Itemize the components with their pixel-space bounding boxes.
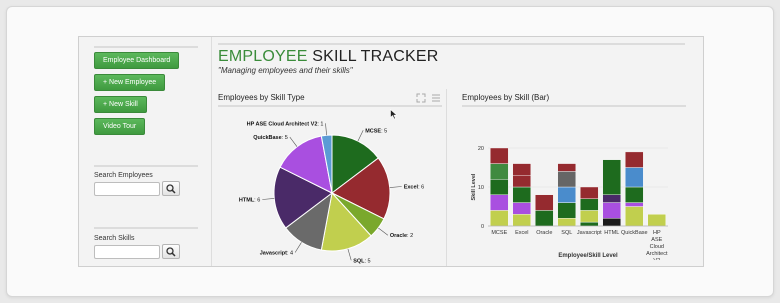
pie-leader-line [262,198,275,200]
x-tick-label: QuickBase [621,230,648,236]
bar-segment[interactable] [625,151,644,168]
pie-leader-line [389,186,402,188]
sidebar-divider [94,165,198,167]
bar-panel-divider [462,105,686,107]
x-tick-label: SQL [561,230,572,236]
bar-segment[interactable] [625,202,644,207]
bar-segment[interactable] [490,163,509,180]
y-tick-label: 0 [481,224,484,230]
x-tick-label: HP [653,230,661,236]
x-tick-label: Cloud [650,244,664,250]
bar-segment[interactable] [625,186,644,203]
bar-segment[interactable] [535,210,554,227]
pie-chart: MCSE: 5 Excel: 6 Oracle: 2 SQL: 5 Javascript… [239,121,425,264]
bar-segment[interactable] [490,147,509,164]
pie-label: HP ASE Cloud Architect V2: 1 [247,121,324,127]
pie-leader-line [357,130,364,142]
bar-segment[interactable] [580,198,599,211]
bar-segment[interactable] [625,206,644,227]
x-tick-label: ASE [651,237,662,243]
pie-leader-line [294,242,302,253]
x-axis-title: Employee/Skill Level [558,253,618,259]
pie-leader-line [289,136,298,147]
menu-icon[interactable] [430,92,442,104]
bar-segment[interactable] [602,217,622,227]
pie-label: QuickBase: 5 [253,135,288,141]
panel-divider [446,89,447,266]
search-employees-label: Search Employees [94,172,153,179]
pie-leader-line [378,227,389,236]
bar-panel-title: Employees by Skill (Bar) [462,93,550,102]
bar-segment[interactable] [490,210,509,227]
header-divider [218,43,685,45]
bar-segment[interactable] [512,214,531,227]
bar-segment[interactable] [580,186,599,199]
y-tick-label: 10 [478,185,484,191]
pie-leader-line [325,123,327,136]
bar-chart: 0 10 20 Skill Level MCSE Excel Oracle SQL Javasc… [471,146,668,260]
bar-segment[interactable] [557,217,577,227]
x-tick-label: Excel [515,230,528,236]
pie-label: Oracle: 2 [390,233,413,239]
bar-segment[interactable] [512,163,531,176]
x-tick-label: Oracle [536,230,552,236]
bar-segment[interactable] [580,221,599,227]
pie-label: Javascript: 4 [260,251,293,257]
pie-label: SQL: 5 [353,258,370,264]
video-tour-button[interactable]: Video Tour [94,118,146,135]
search-icon [166,247,176,257]
x-tick-label: V2 [653,258,660,260]
bar-segment[interactable] [512,175,531,188]
bar-segment[interactable] [580,210,599,223]
y-tick-label: 20 [478,146,484,152]
search-employees-button[interactable] [162,181,180,196]
pie-panel-title: Employees by Skill Type [218,93,305,102]
x-tick-label: Architect [646,251,668,257]
sidebar: Employee Dashboard + New Employee + New … [79,37,212,266]
bar-segment[interactable] [625,167,644,188]
bar-segment[interactable] [490,178,509,195]
title-accent: EMPLOYEE [218,48,308,65]
x-tick-label: Javascript [577,230,602,236]
bar-segment[interactable] [557,186,577,203]
pie-panel-divider [218,105,442,107]
bar-segment[interactable] [602,202,622,219]
pie-leader-line [347,248,352,261]
x-tick-label: HTML [604,230,619,236]
employee-dashboard-button[interactable]: Employee Dashboard [94,52,180,69]
new-employee-button[interactable]: + New Employee [94,74,166,91]
new-skill-button[interactable]: + New Skill [94,96,147,113]
page-title: EMPLOYEE SKILL TRACKER [218,48,439,66]
search-skills-label: Search Skills [94,235,135,242]
bar-segment[interactable] [557,202,577,219]
page-subtitle: "Managing employees and their skills" [218,66,353,75]
bar-segment[interactable] [512,202,531,215]
expand-icon[interactable] [415,92,427,104]
y-axis-title: Skill Level [471,173,477,200]
sidebar-divider [94,227,198,229]
search-skills-input[interactable] [94,245,160,259]
bar-segment[interactable] [557,163,577,172]
bar-segment[interactable] [557,171,577,188]
bar-segment[interactable] [647,214,667,227]
bar-segment[interactable] [535,194,554,211]
bar-segment[interactable] [602,159,622,195]
search-skills-button[interactable] [162,244,180,259]
bar-segment[interactable] [512,186,531,203]
pie-label: Excel: 6 [404,185,425,191]
title-rest: SKILL TRACKER [307,48,439,65]
search-icon [166,184,176,194]
bar-segment[interactable] [490,194,509,211]
app-container: Employee Dashboard + New Employee + New … [78,36,704,267]
bar-segment[interactable] [602,194,622,203]
x-tick-label: MCSE [491,230,507,236]
search-employees-input[interactable] [94,182,160,196]
sidebar-divider [94,46,198,48]
pie-label: HTML: 6 [239,198,260,204]
pie-label: MCSE: 5 [365,128,387,134]
